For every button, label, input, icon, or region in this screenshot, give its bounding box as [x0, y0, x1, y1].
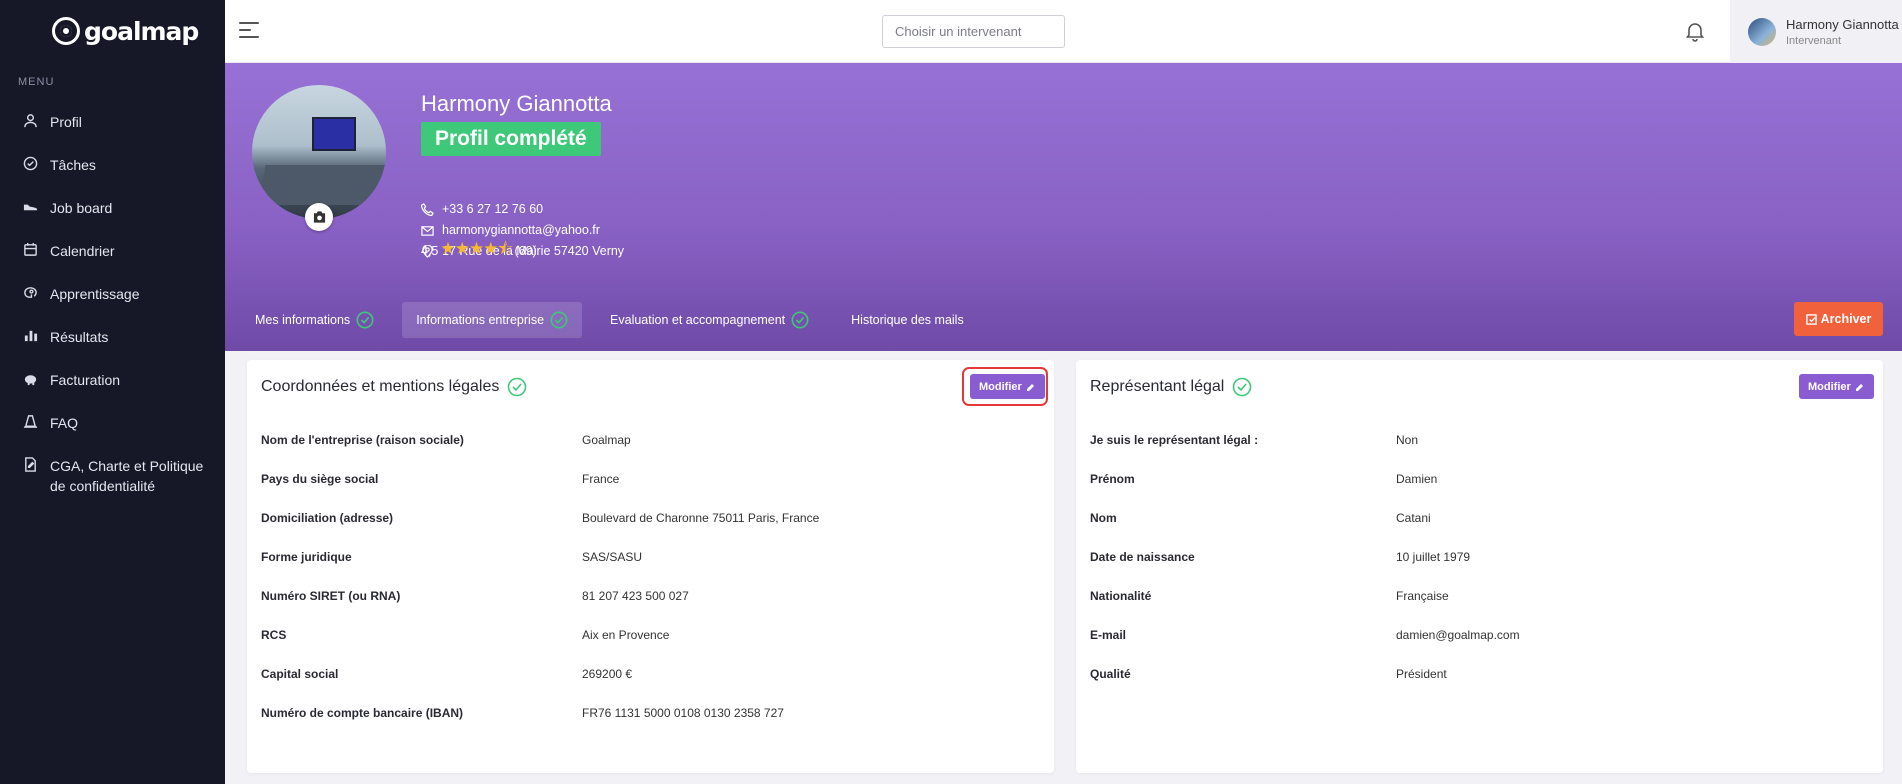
- company-info-card: Coordonnées et mentions légales Modifier…: [247, 360, 1054, 773]
- sidebar-item-label: Job board: [50, 200, 113, 216]
- document-edit-icon: [22, 456, 38, 472]
- user-role: Intervenant: [1786, 34, 1842, 47]
- profile-name: Harmony Giannotta: [421, 91, 612, 116]
- sidebar-item-taches[interactable]: Tâches: [0, 143, 225, 186]
- tab-label: Evaluation et accompagnement: [610, 313, 786, 327]
- check-circle-icon: [508, 377, 527, 397]
- info-row: Nom Catani: [1090, 510, 1431, 525]
- sidebar-item-apprentissage[interactable]: Apprentissage: [0, 272, 225, 315]
- sidebar-item-calendrier[interactable]: Calendrier: [0, 229, 225, 272]
- tab-informations-entreprise[interactable]: Informations entreprise: [402, 302, 583, 338]
- check-circle-icon: [356, 311, 374, 329]
- sidebar-item-profil[interactable]: Profil: [0, 100, 225, 143]
- shoe-icon: [22, 198, 38, 214]
- logo-text: goalmap: [84, 16, 199, 46]
- menu-toggle-icon[interactable]: [239, 22, 259, 40]
- pencil-icon: [1855, 383, 1863, 391]
- star-rating-icon: ★★★★⯪: [440, 239, 513, 258]
- topbar: Harmony Giannotta Intervenant: [225, 0, 1902, 63]
- card-title: Coordonnées et mentions légales: [261, 377, 527, 397]
- avatar: [1748, 17, 1776, 46]
- modifier-company-button[interactable]: Modifier: [970, 374, 1045, 399]
- info-row: Numéro SIRET (ou RNA) 81 207 423 500 027: [261, 588, 689, 603]
- sidebar-item-label: Apprentissage: [50, 286, 140, 302]
- brain-icon: [22, 284, 38, 300]
- info-row: Domiciliation (adresse) Boulevard de Char…: [261, 510, 820, 525]
- profile-phone: +33 6 27 12 76 60: [421, 202, 543, 216]
- intervenant-search-input[interactable]: [882, 15, 1065, 48]
- check-circle-icon: [22, 155, 38, 171]
- pencil-icon: [1026, 383, 1034, 391]
- phone-icon: [421, 202, 434, 216]
- sidebar-item-resultats[interactable]: Résultats: [0, 315, 225, 358]
- phone-value: +33 6 27 12 76 60: [442, 202, 544, 216]
- sidebar-item-job-board[interactable]: Job board: [0, 186, 225, 229]
- sidebar-item-label: FAQ: [50, 415, 79, 431]
- user-icon: [22, 112, 38, 128]
- check-circle-icon: [791, 311, 809, 329]
- camera-icon[interactable]: [305, 203, 333, 231]
- check-circle-icon: [550, 311, 568, 329]
- sidebar-item-label: Calendrier: [50, 243, 115, 259]
- tab-historique-mails[interactable]: Historique des mails: [837, 302, 978, 338]
- sidebar-item-facturation[interactable]: Facturation: [0, 358, 225, 401]
- profile-tabs: Mes informations Informations entreprise…: [241, 302, 978, 338]
- rating-value: 4,5: [421, 243, 439, 258]
- info-row: E-mail damien@goalmap.com: [1090, 627, 1520, 642]
- profile-email: harmonygiannotta@yahoo.fr: [421, 223, 600, 237]
- legal-info-rows: Je suis le représentant légal : Non Préno…: [1090, 420, 1869, 693]
- calendar-icon: [22, 241, 38, 257]
- modifier-legal-button[interactable]: Modifier: [1799, 374, 1874, 399]
- tab-label: Historique des mails: [851, 313, 964, 327]
- sidebar-item-label: Résultats: [50, 329, 109, 345]
- profile-rating: 4,5 ★★★★⯪ (69): [421, 236, 537, 265]
- logo-icon: [52, 17, 80, 45]
- mail-icon: [421, 225, 434, 236]
- info-row: Prénom Damien: [1090, 471, 1438, 486]
- info-row: Nom de l'entreprise (raison sociale) Goal…: [261, 432, 631, 447]
- sidebar-item-label: Profil: [50, 114, 82, 130]
- sidebar-item-faq[interactable]: FAQ: [0, 401, 225, 444]
- info-row: Date de naissance 10 juillet 1979: [1090, 549, 1471, 564]
- sidebar-item-cga[interactable]: CGA, Charte et Politique de confidential…: [0, 444, 225, 504]
- user-name: Harmony Giannotta: [1786, 16, 1899, 32]
- photo-table-shape: [258, 165, 386, 205]
- status-badge: Profil complété: [421, 122, 601, 156]
- email-value: harmonygiannotta@yahoo.fr: [442, 223, 600, 237]
- info-row: Nationalité Française: [1090, 588, 1449, 603]
- profile-photo: [252, 85, 386, 219]
- profile-banner: Harmony Giannotta Profil complété +33 6 …: [225, 63, 1902, 351]
- sidebar-item-label: Facturation: [50, 372, 121, 388]
- check-circle-icon: [1233, 377, 1252, 397]
- bell-icon[interactable]: [1684, 20, 1706, 42]
- info-row: Qualité Président: [1090, 666, 1447, 681]
- user-menu[interactable]: Harmony Giannotta Intervenant: [1730, 0, 1902, 63]
- legal-representative-card: Représentant légal Modifier Je suis le r…: [1076, 360, 1883, 773]
- sidebar-item-label: Tâches: [50, 157, 96, 173]
- archive-button[interactable]: Archiver: [1794, 302, 1883, 336]
- info-row: Je suis le représentant légal : Non: [1090, 432, 1419, 447]
- piggy-bank-icon: [22, 370, 38, 386]
- info-row: Pays du siège social France: [261, 471, 620, 486]
- photo-screen-shape: [312, 117, 356, 151]
- bar-chart-icon: [22, 327, 38, 343]
- tab-label: Mes informations: [255, 313, 351, 327]
- traffic-cone-icon: [22, 413, 38, 429]
- menu-label: MENU: [18, 76, 55, 88]
- tab-mes-informations[interactable]: Mes informations: [241, 302, 388, 338]
- tab-evaluation[interactable]: Evaluation et accompagnement: [596, 302, 823, 338]
- goalmap-logo[interactable]: goalmap: [52, 14, 199, 48]
- info-row: RCS Aix en Provence: [261, 627, 670, 642]
- company-info-rows: Nom de l'entreprise (raison sociale) Goal…: [261, 420, 1040, 732]
- sidebar: goalmap MENU Profil Tâches Job board Cal…: [0, 0, 225, 784]
- rating-count: (69): [514, 243, 537, 258]
- tab-label: Informations entreprise: [416, 313, 545, 327]
- archive-icon: [1805, 313, 1817, 325]
- sidebar-nav: Profil Tâches Job board Calendrier Appre…: [0, 100, 225, 504]
- info-row: Forme juridique SAS/SASU: [261, 549, 643, 564]
- card-title: Représentant légal: [1090, 377, 1252, 397]
- sidebar-item-label: CGA, Charte et Politique de confidential…: [50, 458, 204, 494]
- info-row: Capital social 269200 €: [261, 666, 633, 681]
- info-row: Numéro de compte bancaire (IBAN) FR76 113…: [261, 705, 784, 720]
